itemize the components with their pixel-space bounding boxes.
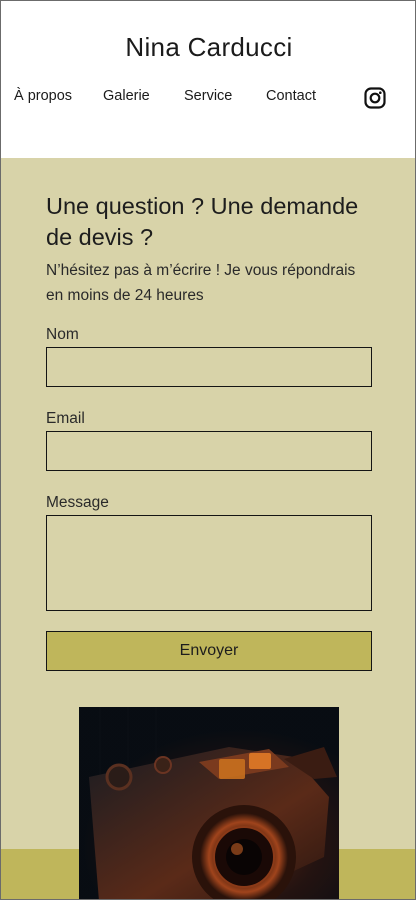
instagram-icon[interactable] [364,87,386,109]
nav-item-about[interactable]: À propos [14,88,72,104]
message-label: Message [46,494,109,511]
page-frame: Nina Carducci À propos Galerie Service C… [0,0,416,900]
contact-intro: N’hésitez pas à m’écrire ! Je vous répon… [46,262,356,304]
camera-photo [79,707,339,899]
message-textarea[interactable] [46,515,372,611]
submit-button[interactable]: Envoyer [46,631,372,671]
site-header: Nina Carducci À propos Galerie Service C… [1,1,415,158]
name-input[interactable] [46,347,372,387]
main-nav: À propos Galerie Service Contact [1,88,415,108]
contact-heading: Une question ? Une demande de devis ? [46,193,359,250]
site-title: Nina Carducci [125,32,293,62]
nav-item-gallery[interactable]: Galerie [103,88,150,104]
email-input[interactable] [46,431,372,471]
email-label: Email [46,410,85,427]
nav-item-service[interactable]: Service [184,88,232,104]
name-label: Nom [46,326,79,343]
nav-item-contact[interactable]: Contact [266,88,316,104]
